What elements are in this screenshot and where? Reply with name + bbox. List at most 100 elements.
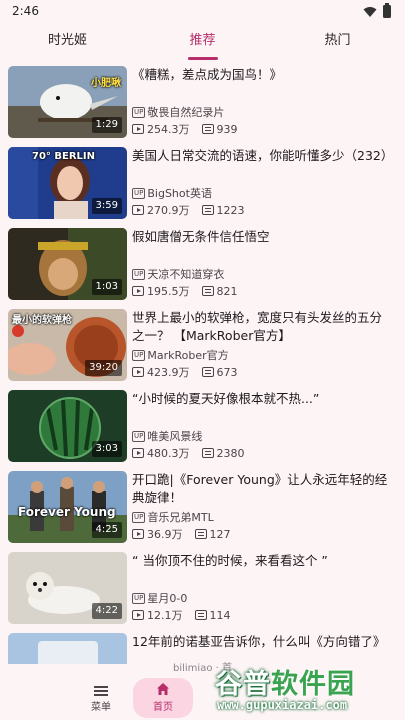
nav-home-label: 首页 <box>153 702 173 713</box>
video-stats: 12.1万 114 <box>132 607 231 623</box>
video-title: “小时候的夏天好像根本就不热...” <box>132 391 320 406</box>
play-count-icon <box>132 610 144 620</box>
watermark-title: 谷普软件园 <box>215 662 401 700</box>
video-uploader: UP MarkRober官方 <box>132 347 229 363</box>
video-duration: 3:03 <box>91 441 122 457</box>
tab-label: 热门 <box>324 33 351 48</box>
video-item[interactable]: 小肥啾 1:29 《糟糕，差点成为国鸟！》 UP 敬畏自然纪录片 254.3万 93… <box>0 64 405 141</box>
video-title: 开口跪|《Forever Young》让人永远年轻的经典旋律！ <box>132 472 388 505</box>
video-duration: 1:29 <box>91 117 122 133</box>
view-count: 480.3万 <box>147 447 190 460</box>
danmaku-icon <box>201 286 214 296</box>
tab-bar: 时光姬 推荐 热门 <box>0 28 405 62</box>
video-thumbnail: 最小的软弹枪 39:20 <box>8 309 127 381</box>
danmaku-count: 127 <box>209 527 231 541</box>
uploader-name: 敬畏自然纪录片 <box>147 106 225 119</box>
video-uploader: UP 唯美风景线 <box>132 428 202 444</box>
tab-label: 推荐 <box>189 33 216 48</box>
video-stats: 270.9万 1223 <box>132 202 245 218</box>
status-time: 2:46 <box>12 4 39 18</box>
video-title: 世界上最小的软弹枪，宽度只有头发丝的五分之一？ 【MarkRober官方】 <box>132 310 383 343</box>
nav-menu-button[interactable]: 菜单 <box>66 676 136 720</box>
tab-popular[interactable]: 热门 <box>270 28 405 62</box>
video-duration: 4:22 <box>91 603 122 619</box>
video-thumbnail: 小肥啾 1:29 <box>8 66 127 138</box>
up-badge: UP <box>132 511 146 523</box>
play-count-icon <box>132 448 144 458</box>
home-icon <box>157 683 169 695</box>
watermark-logo: 谷普软件园 www.gupuxiazai.com <box>215 662 401 718</box>
status-icons <box>363 3 391 18</box>
uploader-name: MarkRober官方 <box>147 349 229 362</box>
video-thumbnail: Forever Young 4:25 <box>8 471 127 543</box>
play-count-icon <box>132 286 144 296</box>
video-list[interactable]: 小肥啾 1:29 《糟糕，差点成为国鸟！》 UP 敬畏自然纪录片 254.3万 93… <box>0 64 405 664</box>
watermark-part1: 谷普 <box>215 669 271 700</box>
thumbnail-caption: Forever Young <box>18 505 116 519</box>
up-badge: UP <box>132 187 146 199</box>
danmaku-icon <box>201 448 214 458</box>
tab-active-indicator <box>187 57 218 60</box>
tab-recommend[interactable]: 推荐 <box>135 28 270 62</box>
uploader-name: 唯美风景线 <box>147 430 203 443</box>
video-item[interactable]: Forever Young 4:25 开口跪|《Forever Young》让人… <box>0 469 405 546</box>
danmaku-icon <box>201 124 214 134</box>
video-item[interactable]: 最小的软弹枪 39:20 世界上最小的软弹枪，宽度只有头发丝的五分之一？ 【Ma… <box>0 307 405 384</box>
video-uploader: UP 敬畏自然纪录片 <box>132 104 224 120</box>
video-title: 美国人日常交流的语速，你能听懂多少（232） <box>132 148 392 163</box>
video-item[interactable]: 12年前的诺基亚告诉你，什么叫《方向错了》 <box>0 631 405 664</box>
video-item[interactable]: 1:03 假如唐僧无条件信任悟空 UP 天凉不知道穿衣 195.5万 821 <box>0 226 405 303</box>
video-item[interactable]: 4:22 “ 当你顶不住的时候，来看看这个 ” UP 星月0-0 12.1万 114 <box>0 550 405 627</box>
watermark-url: www.gupuxiazai.com <box>217 698 348 712</box>
watermark-part2: 软件园 <box>271 669 355 700</box>
uploader-name: 星月0-0 <box>147 592 188 605</box>
video-item[interactable]: 3:03 “小时候的夏天好像根本就不热...” UP 唯美风景线 480.3万 23… <box>0 388 405 465</box>
app-screen: 2:46 时光姬 推荐 热门 小肥啾 1:29 《糟糕，差点成为国鸟！》 UP 敬… <box>0 0 405 720</box>
video-title: 《糟糕，差点成为国鸟！》 <box>132 67 283 82</box>
video-uploader: UP 音乐兄弟MTL <box>132 509 214 525</box>
view-count: 254.3万 <box>147 123 190 136</box>
tab-label: 时光姬 <box>47 33 87 48</box>
video-title: 假如唐僧无条件信任悟空 <box>132 229 270 244</box>
video-stats: 254.3万 939 <box>132 121 238 137</box>
play-count-icon <box>132 124 144 134</box>
danmaku-icon <box>194 610 207 620</box>
thumbnail-caption: 70° BERLIN <box>32 151 96 162</box>
nav-home-button[interactable]: 首页 <box>133 676 193 720</box>
danmaku-icon <box>194 529 207 539</box>
uploader-name: 音乐兄弟MTL <box>147 511 214 524</box>
danmaku-count: 821 <box>216 284 238 298</box>
video-thumbnail: 1:03 <box>8 228 127 300</box>
video-thumbnail: 4:22 <box>8 552 127 624</box>
video-duration: 1:03 <box>91 279 122 295</box>
danmaku-icon <box>201 367 214 377</box>
view-count: 36.9万 <box>147 528 183 541</box>
up-badge: UP <box>132 592 146 604</box>
uploader-name: BigShot英语 <box>147 187 212 200</box>
view-count: 423.9万 <box>147 366 190 379</box>
video-thumbnail: 3:03 <box>8 390 127 462</box>
video-thumbnail: 70° BERLIN 3:59 <box>8 147 127 219</box>
up-badge: UP <box>132 268 146 280</box>
video-duration: 4:25 <box>91 522 122 538</box>
tab-shiguangji[interactable]: 时光姬 <box>0 28 135 62</box>
video-title: 12年前的诺基亚告诉你，什么叫《方向错了》 <box>132 634 386 649</box>
video-duration: 3:59 <box>91 198 122 214</box>
video-title: “ 当你顶不住的时候，来看看这个 ” <box>132 553 328 568</box>
status-bar: 2:46 <box>0 0 405 24</box>
danmaku-count: 114 <box>209 608 231 622</box>
battery-icon <box>383 3 391 18</box>
thumbnail-caption: 小肥啾 <box>91 78 121 89</box>
uploader-name: 天凉不知道穿衣 <box>147 268 225 281</box>
up-badge: UP <box>132 430 146 442</box>
video-uploader: UP BigShot英语 <box>132 185 212 201</box>
play-count-icon <box>132 205 144 215</box>
danmaku-count: 673 <box>216 365 238 379</box>
danmaku-count: 1223 <box>216 203 245 217</box>
danmaku-count: 2380 <box>216 446 245 460</box>
view-count: 12.1万 <box>147 609 183 622</box>
wifi-icon <box>363 6 377 17</box>
up-badge: UP <box>132 106 146 118</box>
video-stats: 195.5万 821 <box>132 283 238 299</box>
video-item[interactable]: 70° BERLIN 3:59 美国人日常交流的语速，你能听懂多少（232） U… <box>0 145 405 222</box>
